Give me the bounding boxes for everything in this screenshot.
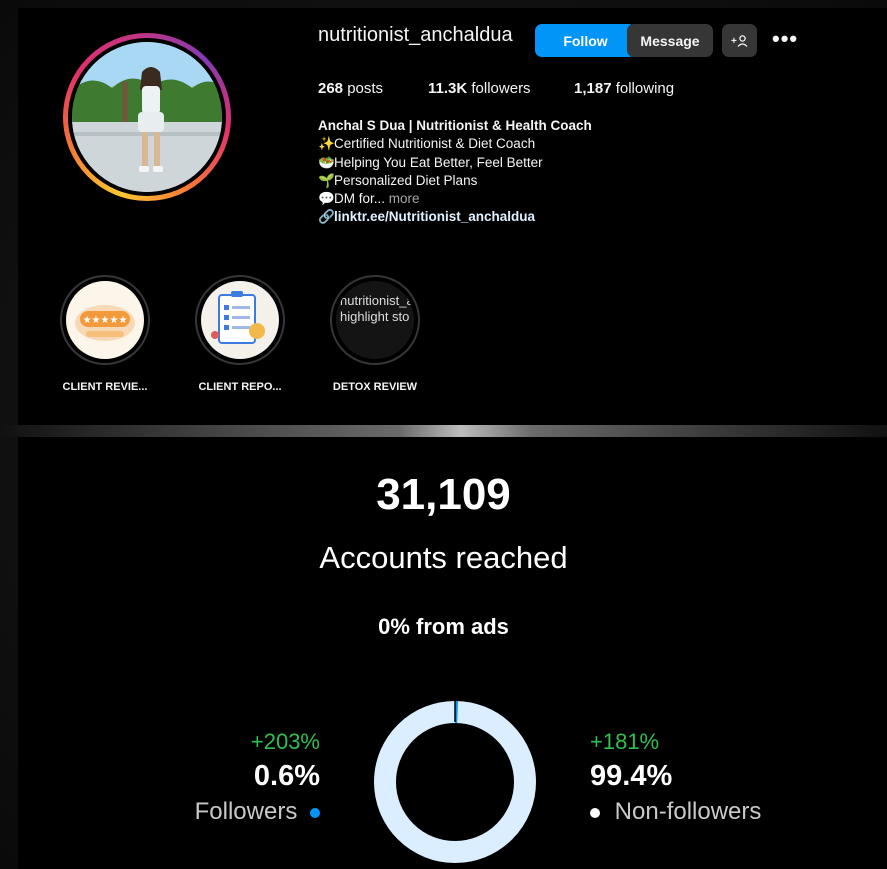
seedling-icon: 🌱 [318, 172, 335, 188]
bio-more-link[interactable]: more [389, 191, 420, 206]
non-followers-ring [374, 701, 536, 863]
followers-count[interactable]: 11.3K followers [428, 80, 531, 97]
profile-photo [72, 42, 222, 192]
bio-line: 🌱Personalized Diet Plans [318, 172, 592, 190]
highlight-label: CLIENT REVIE... [62, 381, 148, 393]
svg-text:+: + [731, 36, 737, 47]
following-count[interactable]: 1,187 following [574, 80, 674, 97]
bio-name: Anchal S Dua | Nutritionist & Health Coa… [318, 118, 592, 133]
more-icon[interactable]: ••• [772, 26, 798, 52]
non-followers-legend: Non-followers [590, 796, 830, 828]
followers-breakdown: +203% 0.6% Followers [150, 728, 320, 828]
highlight-client-reports[interactable]: CLIENT REPO... [195, 275, 285, 393]
highlight-cover-image: ★★★★★ [66, 281, 144, 359]
profile-bio: Anchal S Dua | Nutritionist & Health Coa… [318, 117, 592, 227]
divider [0, 425, 887, 437]
highlight-cover-placeholder: nutritionist_a highlight sto [336, 281, 414, 359]
bio-link[interactable]: linktr.ee/Nutritionist_anchaldua [334, 209, 535, 224]
non-followers-breakdown: +181% 99.4% Non-followers [590, 728, 830, 828]
followers-dot-icon [310, 807, 320, 818]
bio-line: ✨Certified Nutritionist & Diet Coach [318, 135, 592, 153]
followers-percent: 0.6% [253, 760, 320, 792]
accounts-reached-count: 31,109 [376, 470, 511, 519]
message-button[interactable]: Message [627, 24, 713, 57]
suggest-user-button[interactable]: + [722, 24, 757, 57]
highlight-label: DETOX REVIEW [332, 381, 418, 393]
bio-link-row[interactable]: 🔗linktr.ee/Nutritionist_anchaldua [318, 208, 592, 226]
from-ads-stat: 0% from ads [378, 614, 509, 639]
followers-legend: Followers [150, 796, 320, 828]
highlight-client-reviews[interactable]: ★★★★★ CLIENT REVIE... [60, 275, 150, 393]
speech-bubble-icon: 💬 [318, 191, 335, 207]
link-icon: 🔗 [318, 209, 335, 225]
reach-donut-chart [374, 700, 536, 863]
follow-button[interactable]: Follow [535, 24, 636, 57]
highlight-detox-review[interactable]: nutritionist_a highlight sto DETOX REVIE… [330, 275, 420, 393]
highlight-cover-image [201, 281, 279, 359]
bio-line: 🥗Helping You Eat Better, Feel Better [318, 154, 592, 172]
profile-avatar[interactable] [63, 33, 231, 201]
svg-text:★★★★★: ★★★★★ [83, 315, 128, 326]
add-person-icon: + [731, 34, 747, 47]
non-followers-dot-icon [590, 807, 600, 818]
accounts-reached-label: Accounts reached [319, 540, 568, 575]
posts-count[interactable]: 268 posts [318, 80, 383, 97]
salad-icon: 🥗 [318, 154, 335, 170]
highlight-label: CLIENT REPO... [198, 381, 282, 393]
followers-growth: +203% [250, 729, 320, 754]
non-followers-percent: 99.4% [590, 760, 673, 792]
non-followers-growth: +181% [590, 729, 660, 754]
bio-line: 💬DM for... more [318, 190, 592, 208]
sparkles-icon: ✨ [318, 136, 335, 152]
profile-username: nutritionist_anchaldua [318, 24, 513, 46]
